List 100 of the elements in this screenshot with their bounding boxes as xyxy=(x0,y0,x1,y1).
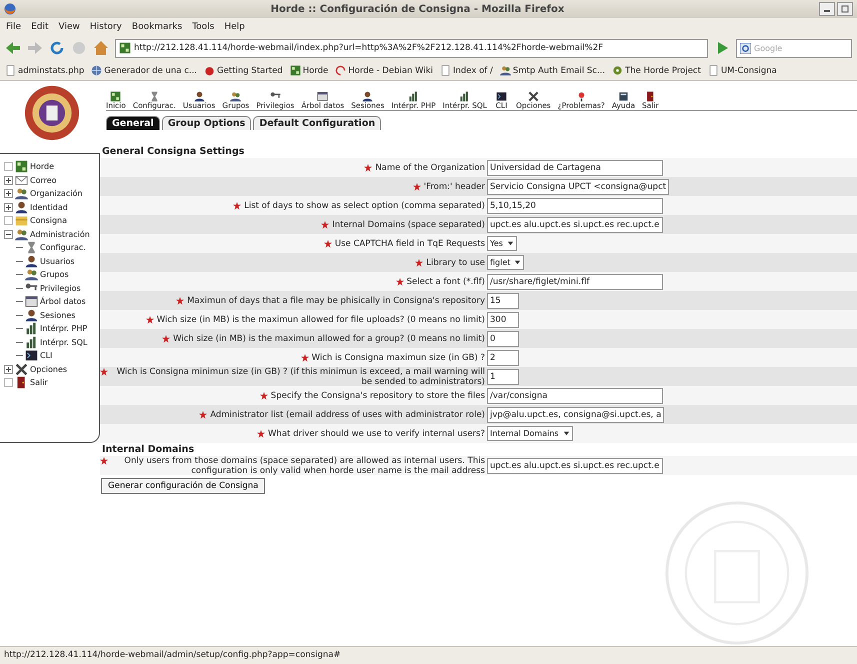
status-bar: http://212.128.41.114/horde-webmail/admin/setup/config.php?app=consigna# xyxy=(0,646,857,664)
dropdown-arrow-icon[interactable] xyxy=(562,430,570,437)
tab[interactable]: Group Options xyxy=(162,116,252,130)
number-field[interactable]: 0 xyxy=(487,330,519,346)
required-star-icon xyxy=(412,182,421,190)
number-field[interactable]: 1 xyxy=(487,368,519,384)
page-icon[interactable] xyxy=(708,65,719,76)
swirl-icon[interactable] xyxy=(335,65,346,76)
tree-item[interactable]: Usuarios xyxy=(40,256,75,266)
bookmark-item[interactable]: Horde xyxy=(302,66,328,76)
field-label: Select a font (*.flf) xyxy=(406,276,485,286)
menu-item[interactable]: Help xyxy=(224,22,245,32)
required-star-icon xyxy=(364,164,372,172)
globe-icon[interactable] xyxy=(91,65,102,76)
bookmark-item[interactable]: Smtp Auth Email Sc... xyxy=(512,66,606,76)
tree-item[interactable]: Horde xyxy=(30,162,54,172)
people-icon[interactable] xyxy=(228,91,244,102)
page-icon[interactable] xyxy=(440,65,451,76)
chart-icon xyxy=(25,322,38,336)
tree-item[interactable]: Identidad xyxy=(30,202,68,212)
dropdown-arrow-icon[interactable] xyxy=(506,240,514,247)
bookmark-item[interactable]: The Horde Project xyxy=(625,66,701,76)
text-field[interactable]: jvp@alu.upct.es, consigna@si.upct.es, a xyxy=(487,406,664,422)
required-star-icon xyxy=(162,334,170,342)
text-field[interactable]: Servicio Consigna UPCT <consigna@upct xyxy=(487,178,670,194)
bookmark-item[interactable]: adminstats.php xyxy=(18,66,84,76)
dropdown-arrow-icon[interactable] xyxy=(514,259,522,266)
tree-node-icon xyxy=(4,162,13,172)
text-field[interactable]: /var/consigna xyxy=(487,388,663,404)
text-field[interactable]: 5,10,15,20 xyxy=(487,198,663,214)
tab[interactable]: General xyxy=(106,116,160,130)
text-field[interactable]: upct.es alu.upct.es si.upct.es rec.upct.e xyxy=(487,458,663,474)
person-icon xyxy=(15,200,28,214)
minimize-button[interactable] xyxy=(819,2,835,16)
text-field[interactable]: upct.es alu.upct.es si.upct.es rec.upct.e xyxy=(487,216,663,232)
window-icon[interactable] xyxy=(315,91,330,102)
tree-item[interactable]: Salir xyxy=(30,378,48,388)
reload-icon[interactable] xyxy=(49,40,65,56)
required-star-icon xyxy=(321,220,330,228)
expander-icon[interactable] xyxy=(4,189,13,198)
field-label: Library to use xyxy=(426,258,485,268)
tree-item[interactable]: Privilegios xyxy=(40,284,81,293)
number-field[interactable]: 300 xyxy=(487,312,519,328)
bookmark-item[interactable]: Generador de una c... xyxy=(104,66,197,76)
number-field[interactable]: 2 xyxy=(487,350,519,366)
envelope-icon xyxy=(15,174,28,187)
tree-item[interactable]: Correo xyxy=(30,176,57,185)
person-icon[interactable] xyxy=(192,91,207,102)
tree-item[interactable]: Intérpr. SQL xyxy=(40,338,88,347)
bookmark-item[interactable]: Horde - Debian Wiki xyxy=(348,66,433,76)
search-engine-icon[interactable] xyxy=(740,42,751,54)
expander-icon[interactable] xyxy=(4,176,13,185)
tree-item[interactable]: CLI xyxy=(40,351,52,360)
people-icon[interactable] xyxy=(500,65,511,76)
text-field[interactable]: /usr/share/figlet/mini.flf xyxy=(487,274,663,290)
tree-item[interactable]: Consigna xyxy=(30,216,67,226)
grid-icon[interactable] xyxy=(290,65,301,76)
expander-icon[interactable] xyxy=(4,230,13,239)
grid-icon[interactable] xyxy=(108,91,124,102)
tree-item[interactable]: Grupos xyxy=(40,270,69,280)
required-star-icon xyxy=(233,202,242,210)
generate-button[interactable]: Generar configuración de Consigna xyxy=(101,478,266,494)
number-field[interactable]: 15 xyxy=(487,292,519,308)
person-icon xyxy=(25,254,38,268)
tree-item[interactable]: Sesiones xyxy=(40,310,76,320)
terminal-icon[interactable] xyxy=(494,91,509,102)
field-label: Only users from those domains (space separated) are allowed as internal users. This configuration is only valid when horde user name is the mail address xyxy=(123,456,485,476)
text-field[interactable]: Universidad de Cartagena xyxy=(487,160,663,176)
window-icon xyxy=(25,295,38,308)
menu-item[interactable]: History xyxy=(90,22,122,32)
menu-item[interactable]: View xyxy=(58,22,80,32)
select-dropdown[interactable]: figlet xyxy=(487,255,524,270)
select-dropdown[interactable]: Yes xyxy=(487,236,517,251)
menu-item[interactable]: Bookmarks xyxy=(132,22,182,32)
expander-icon[interactable] xyxy=(4,202,13,212)
page-icon[interactable] xyxy=(5,65,16,76)
back-arrow-icon[interactable] xyxy=(5,40,21,56)
tree-item[interactable]: Administración xyxy=(30,230,90,239)
bookmark-item[interactable]: Index of / xyxy=(453,66,493,76)
tree-item[interactable]: Árbol datos xyxy=(40,297,86,306)
required-star-icon xyxy=(324,240,332,248)
grid-icon xyxy=(15,160,28,174)
tab[interactable]: Default Configuration xyxy=(253,116,382,130)
select-dropdown[interactable]: Internal Domains xyxy=(487,426,573,441)
field-label: What driver should we use to verify internal users? xyxy=(268,428,485,438)
maximize-button[interactable] xyxy=(837,2,853,16)
tree-item[interactable]: Intérpr. PHP xyxy=(40,324,88,334)
tree-item[interactable]: Configurac. xyxy=(40,243,86,252)
person-icon[interactable] xyxy=(360,91,376,102)
menu-item[interactable]: File xyxy=(6,22,22,32)
bookmark-item[interactable]: Getting Started xyxy=(216,66,283,76)
required-star-icon xyxy=(199,410,208,418)
tree-item[interactable]: Opciones xyxy=(30,364,68,374)
menu-item[interactable]: Tools xyxy=(192,22,214,32)
bookmark-item[interactable]: UM-Consigna xyxy=(720,66,777,76)
address-bar[interactable]: http://212.128.41.114/horde-webmail/index.php?url=http%3A%2F%2F212.128.41.114%2Fhorde-webmail%2F xyxy=(115,38,708,58)
expander-icon[interactable] xyxy=(4,364,13,374)
maximize-icon xyxy=(841,5,849,13)
tree-item[interactable]: Organización xyxy=(30,189,82,198)
menu-item[interactable]: Edit xyxy=(31,22,48,32)
